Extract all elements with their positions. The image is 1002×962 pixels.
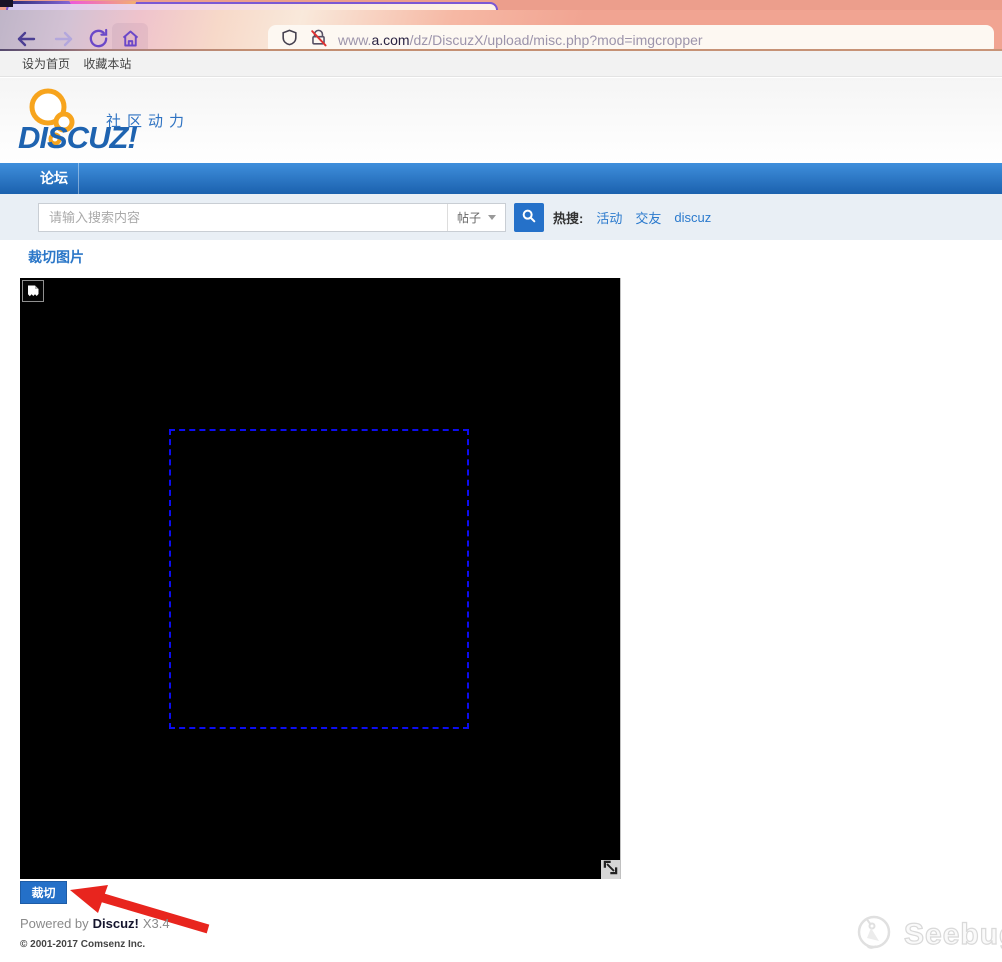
search-box: 帖子: [38, 203, 506, 232]
search-scope-dropdown[interactable]: 帖子: [447, 204, 505, 231]
bookmark-site-link[interactable]: 收藏本站: [83, 57, 131, 71]
browser-tab-strip: [0, 0, 1002, 10]
logo-brand: DISCUZ!: [18, 120, 138, 155]
url-path: /dz/DiscuzX/upload/misc.php?mod=imgcropp…: [409, 32, 703, 48]
nav-separator: [78, 163, 79, 194]
search-icon: [521, 208, 537, 227]
home-icon: [120, 28, 141, 52]
quicklinks-bar: 设为首页 收藏本站: [0, 51, 1002, 77]
browser-window: www.a.com/dz/DiscuzX/upload/misc.php?mod…: [0, 0, 1002, 962]
tab-border-decor: [12, 1, 70, 4]
hot-search: 热搜: 活动 交友 discuz: [553, 194, 711, 240]
search-scope-label: 帖子: [456, 211, 481, 225]
broken-image-icon: [22, 280, 44, 302]
hot-link-discuz[interactable]: discuz: [674, 210, 711, 225]
resize-arrows-icon: [603, 860, 618, 880]
crop-selection[interactable]: [169, 429, 469, 729]
url-domain: a.com: [371, 32, 410, 48]
hot-link-friends[interactable]: 交友: [635, 208, 661, 227]
crop-button[interactable]: 裁切: [20, 881, 67, 904]
powered-version: X3.4: [142, 916, 170, 931]
powered-prefix: Powered by: [20, 916, 89, 931]
tab-accent-stripe: [70, 1, 136, 4]
powered-by-line: Powered by Discuz! X3.4: [20, 916, 174, 931]
search-bar: 帖子 热搜: 活动 交友 discuz: [0, 194, 1002, 240]
set-home-link[interactable]: 设为首页: [22, 57, 70, 71]
nav-forum-tab[interactable]: 论坛: [40, 163, 68, 194]
chevron-down-icon: [488, 215, 496, 220]
search-button[interactable]: [514, 203, 544, 232]
image-crop-stage: [20, 278, 621, 879]
seebug-wordmark: Seebug: [903, 917, 1002, 951]
powered-brand[interactable]: Discuz!: [93, 916, 139, 931]
copyright-line: © 2001-2017 Comsenz Inc.: [20, 939, 146, 950]
page-title: 裁切图片: [28, 249, 84, 265]
window-corner: [0, 0, 13, 7]
seebug-watermark: Seebug: [852, 908, 1002, 961]
browser-toolbar: www.a.com/dz/DiscuzX/upload/misc.php?mod…: [0, 10, 1002, 56]
main-nav: 论坛: [0, 163, 1002, 194]
discuz-logo[interactable]: 社区动力 DISCUZ!: [0, 78, 280, 163]
search-input[interactable]: [39, 204, 447, 231]
url-text: www.a.com/dz/DiscuzX/upload/misc.php?mod…: [338, 32, 703, 48]
seebug-logo-icon: [852, 908, 896, 961]
site-header: 社区动力 DISCUZ!: [0, 78, 1002, 163]
hot-link-activity[interactable]: 活动: [596, 208, 622, 227]
hot-search-label: 热搜:: [553, 210, 584, 226]
resize-handle[interactable]: [601, 860, 620, 879]
url-prefix: www.: [338, 32, 372, 48]
